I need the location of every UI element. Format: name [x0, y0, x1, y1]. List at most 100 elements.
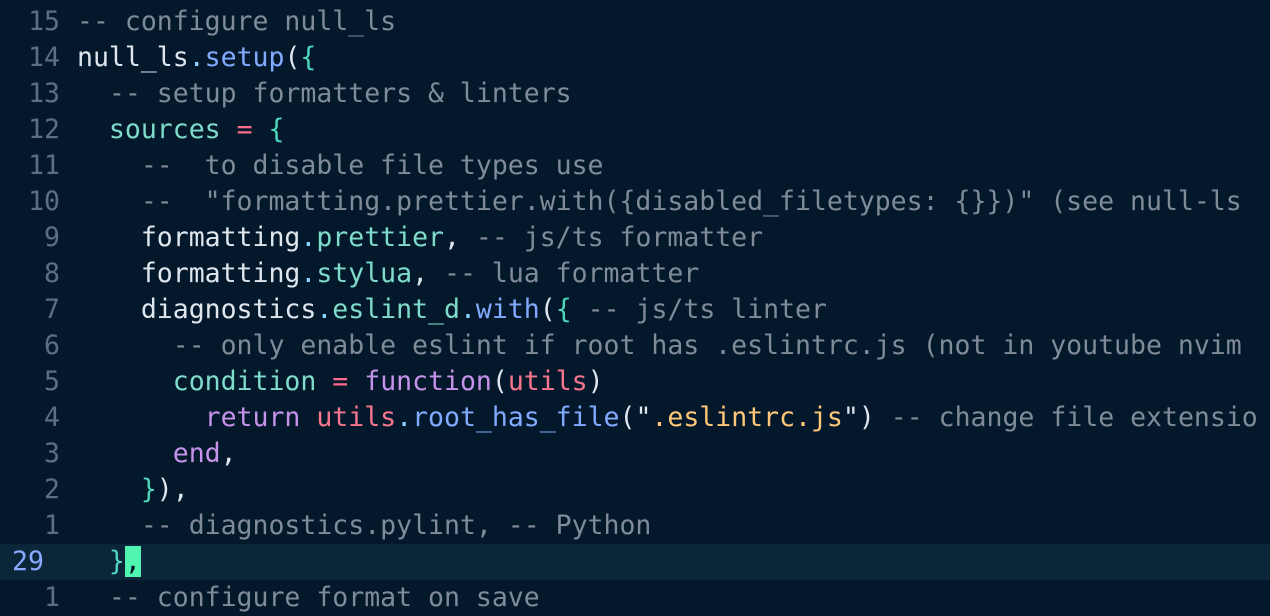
code-text[interactable]: formatting.prettier, -- js/ts formatter	[77, 220, 763, 256]
code-token-brace: }	[108, 546, 125, 577]
code-token-ident: diagnostics	[140, 294, 317, 325]
code-line[interactable]: 12 sources = {	[0, 112, 1270, 148]
code-line[interactable]: 14 null_ls.setup({	[0, 40, 1270, 76]
code-token-dot: .	[300, 258, 317, 289]
code-token-dot: .	[396, 402, 413, 433]
code-token-operator: =	[332, 366, 349, 397]
line-number: 10	[28, 186, 60, 217]
code-token-comment: -- "formatting.prettier.with({disabled_f…	[140, 186, 1242, 217]
code-token-ident	[77, 402, 205, 433]
code-token-ident: null_ls	[77, 42, 189, 73]
code-token-method: setup	[204, 42, 285, 73]
code-line[interactable]: 13 -- setup formatters & linters	[0, 76, 1270, 112]
code-token-punct: ,	[220, 438, 237, 469]
code-token-operator: =	[236, 114, 253, 145]
code-line[interactable]: 1 -- diagnostics.pylint, -- Python	[0, 508, 1270, 544]
line-number: 3	[44, 438, 60, 469]
code-token-brace: {	[555, 294, 572, 325]
code-token-ident	[77, 330, 173, 361]
code-token-property: condition	[172, 366, 317, 397]
text-cursor: ,	[124, 546, 141, 577]
code-text[interactable]: -- only enable eslint if root has .eslin…	[77, 328, 1242, 364]
code-text[interactable]: -- to disable file types use	[77, 148, 604, 184]
code-token-dot: .	[188, 42, 205, 73]
line-number: 4	[44, 402, 60, 433]
code-token-punct: (	[539, 294, 556, 325]
code-token-comment: -- diagnostics.pylint, -- Python	[140, 510, 652, 541]
code-line[interactable]: 6 -- only enable eslint if root has .esl…	[0, 328, 1270, 364]
code-text[interactable]: diagnostics.eslint_d.with({ -- js/ts lin…	[77, 292, 827, 328]
code-text[interactable]: -- configure format on save	[77, 580, 540, 616]
code-token-brace: {	[300, 42, 317, 73]
line-number: 9	[44, 222, 60, 253]
code-token-ident	[77, 474, 141, 505]
code-token-property: eslint_d	[332, 294, 460, 325]
code-line[interactable]: 8 formatting.stylua, -- lua formatter	[0, 256, 1270, 292]
code-text[interactable]: formatting.stylua, -- lua formatter	[77, 256, 699, 292]
code-text[interactable]: sources = {	[77, 112, 285, 148]
code-token-comment: -- configure null_ls	[77, 6, 397, 37]
code-line[interactable]: 1 -- configure format on save	[0, 580, 1270, 616]
code-token-comment: -- js/ts linter	[587, 294, 827, 325]
line-number: 12	[28, 114, 60, 145]
code-token-dot: .	[316, 294, 333, 325]
code-line[interactable]: 2 }),	[0, 472, 1270, 508]
code-token-punct: (	[284, 42, 301, 73]
line-number: 1	[44, 510, 60, 541]
code-token-ident	[77, 222, 141, 253]
code-token-ident	[77, 78, 109, 109]
line-number: 15	[28, 6, 60, 37]
code-token-string: .eslintrc.js	[651, 402, 843, 433]
code-token-ident	[77, 366, 173, 397]
code-text[interactable]: },	[77, 544, 141, 580]
code-text[interactable]: -- "formatting.prettier.with({disabled_f…	[77, 184, 1242, 220]
code-text[interactable]: -- setup formatters & linters	[77, 76, 572, 112]
line-number: 13	[28, 78, 60, 109]
code-line[interactable]: 11 -- to disable file types use	[0, 148, 1270, 184]
code-token-punct: ),	[156, 474, 189, 505]
line-number: 11	[28, 150, 60, 181]
code-token-ident	[316, 366, 332, 397]
code-text[interactable]: -- diagnostics.pylint, -- Python	[77, 508, 652, 544]
code-token-ident	[77, 510, 141, 541]
code-text[interactable]: condition = function(utils)	[77, 364, 604, 400]
code-text[interactable]: null_ls.setup({	[77, 40, 316, 76]
code-token-param: utils	[316, 402, 397, 433]
code-line[interactable]: 4 return utils.root_has_file(".eslintrc.…	[0, 400, 1270, 436]
line-number: 29	[12, 546, 44, 577]
code-token-punct: ")	[842, 402, 875, 433]
code-token-punct: )	[587, 366, 604, 397]
current-line[interactable]: 29 },	[0, 544, 1270, 580]
code-text[interactable]: end,	[77, 436, 237, 472]
code-token-comment: -- js/ts formatter	[475, 222, 764, 253]
code-text[interactable]: return utils.root_has_file(".eslintrc.js…	[77, 400, 1258, 436]
code-line[interactable]: 3 end,	[0, 436, 1270, 472]
code-line[interactable]: 10 -- "formatting.prettier.with({disable…	[0, 184, 1270, 220]
code-token-ident	[77, 258, 141, 289]
code-token-ident	[348, 366, 364, 397]
code-token-keyword: function	[364, 366, 492, 397]
code-line[interactable]: 5 condition = function(utils)	[0, 364, 1270, 400]
code-token-ident: formatting	[140, 222, 301, 253]
code-token-punct: ,	[443, 222, 476, 253]
code-line[interactable]: 9 formatting.prettier, -- js/ts formatte…	[0, 220, 1270, 256]
code-text[interactable]: -- configure null_ls	[77, 4, 396, 40]
code-token-property: sources	[108, 114, 221, 145]
code-token-punct: (	[491, 366, 508, 397]
line-number: 5	[44, 366, 60, 397]
code-token-ident	[77, 114, 109, 145]
code-token-param: utils	[507, 366, 588, 397]
code-token-keyword: end	[172, 438, 221, 469]
code-token-brace: }	[140, 474, 157, 505]
code-editor[interactable]: 15 -- configure null_ls 14 null_ls.setup({1…	[0, 4, 1270, 616]
code-line[interactable]: 7 diagnostics.eslint_d.with({ -- js/ts l…	[0, 292, 1270, 328]
line-number: 7	[44, 294, 60, 325]
code-token-comment: -- setup formatters & linters	[108, 78, 572, 109]
code-line[interactable]: 15 -- configure null_ls	[0, 4, 1270, 40]
code-text[interactable]: }),	[77, 472, 189, 508]
code-token-ident: formatting	[140, 258, 301, 289]
code-token-dot: .	[459, 294, 476, 325]
code-token-ident	[77, 294, 141, 325]
code-token-method: root_has_file	[412, 402, 620, 433]
code-token-ident	[253, 114, 269, 145]
